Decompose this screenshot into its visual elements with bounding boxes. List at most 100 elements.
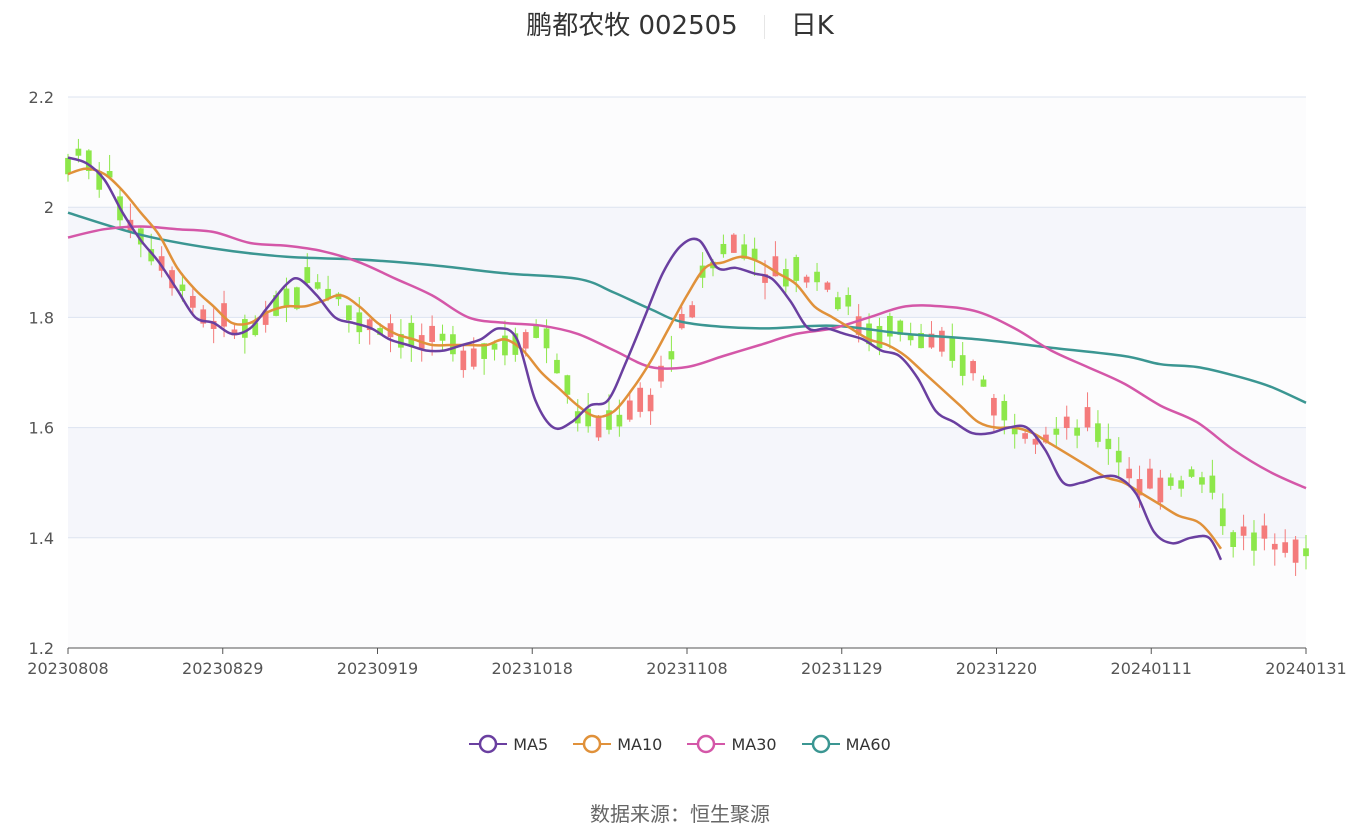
candle-body xyxy=(65,157,71,175)
candle-body xyxy=(991,397,997,416)
candle-body xyxy=(970,361,976,374)
candle-body xyxy=(1022,433,1028,439)
candle-body xyxy=(1230,532,1237,547)
candle-body xyxy=(1219,508,1226,527)
candle-body xyxy=(1167,477,1174,486)
candle-body xyxy=(1240,526,1247,536)
candle-body xyxy=(283,288,290,308)
candle-body xyxy=(616,414,623,427)
candle-body xyxy=(647,394,654,412)
candle-body xyxy=(1178,480,1185,489)
candle-body xyxy=(939,330,945,352)
candle-body xyxy=(814,271,820,283)
x-tick-label: 20231220 xyxy=(956,659,1037,678)
legend-item-ma10[interactable]: MA10 xyxy=(573,734,662,754)
candle-body xyxy=(834,297,841,310)
legend-label: MA30 xyxy=(731,734,777,754)
candle-body xyxy=(1147,468,1153,489)
y-tick-label: 1.8 xyxy=(29,308,54,327)
candle-body xyxy=(1261,525,1268,539)
candle-body xyxy=(1303,548,1309,557)
chart-svg: 2.2 2 1.8 1.6 1.4 1.2 20230808 20230829 2023091… xyxy=(27,88,1347,678)
legend-item-ma60[interactable]: MA60 xyxy=(801,734,891,754)
candle-body xyxy=(460,350,467,371)
x-tick-label: 20231108 xyxy=(646,659,727,678)
y-tick-label: 1.2 xyxy=(29,639,54,658)
grid-band xyxy=(68,427,1306,538)
background-bands xyxy=(68,97,1306,648)
grid-band xyxy=(68,97,1306,208)
y-tick-label: 1.4 xyxy=(29,529,54,548)
x-tick-label: 20230808 xyxy=(27,659,108,678)
source-label: 数据来源： xyxy=(590,802,690,826)
candle-body xyxy=(179,284,186,291)
y-axis: 2.2 2 1.8 1.6 1.4 1.2 xyxy=(29,88,54,658)
candle-body xyxy=(304,267,311,283)
candle-body xyxy=(730,234,737,253)
candle-body xyxy=(1105,438,1112,450)
candle-body xyxy=(689,305,696,318)
y-tick-label: 2.2 xyxy=(29,88,54,107)
candle-body xyxy=(1271,543,1278,550)
candle-body xyxy=(1126,468,1133,479)
legend-item-ma5[interactable]: MA5 xyxy=(469,734,548,754)
candle-body xyxy=(1209,475,1216,493)
candle-body xyxy=(1251,532,1257,551)
candle-body xyxy=(626,400,633,420)
kline-chart: 2.2 2 1.8 1.6 1.4 1.2 20230808 20230829 2023091… xyxy=(0,0,1360,828)
candle-body xyxy=(595,416,602,438)
candle-body xyxy=(189,295,196,308)
ma10-legend-icon xyxy=(573,734,612,754)
grid-band xyxy=(68,537,1306,648)
candle-body xyxy=(1095,423,1101,442)
candle-body xyxy=(1115,450,1122,463)
candle-body xyxy=(1084,407,1091,428)
candle-body xyxy=(346,305,352,321)
candle-body xyxy=(1199,477,1205,485)
candle-body xyxy=(668,351,675,360)
source-value: 恒生聚源 xyxy=(690,802,770,826)
candle-body xyxy=(1001,400,1008,421)
candle-body xyxy=(1063,416,1070,429)
candle-body xyxy=(720,243,727,255)
candle-body xyxy=(75,148,82,156)
data-source: 数据来源：恒生聚源 xyxy=(0,798,1360,827)
candle-body xyxy=(793,257,800,281)
candle-body xyxy=(356,312,363,333)
x-tick-label: 20231018 xyxy=(492,659,573,678)
candle-body xyxy=(1292,539,1299,563)
candle-body xyxy=(949,337,956,361)
candle-body xyxy=(1282,542,1289,553)
x-tick-label: 20230829 xyxy=(182,659,263,678)
candle-body xyxy=(980,379,987,387)
x-tick-label: 20231129 xyxy=(801,659,882,678)
candle-body xyxy=(522,332,529,349)
y-tick-label: 1.6 xyxy=(29,419,54,438)
ma5-legend-icon xyxy=(469,734,508,754)
candle-body xyxy=(543,328,550,349)
candle-body xyxy=(845,294,852,307)
candle-body xyxy=(1157,477,1164,503)
x-tick-label: 20230919 xyxy=(337,659,418,678)
candle-body xyxy=(1053,428,1060,435)
y-tick-label: 2 xyxy=(44,198,54,217)
candle-body xyxy=(824,282,831,290)
candle-body xyxy=(241,319,248,338)
candle-body xyxy=(439,333,446,341)
candle-body xyxy=(1188,469,1195,477)
x-tick-label: 20240131 xyxy=(1265,659,1346,678)
ma60-legend-icon xyxy=(801,734,840,754)
legend-label: MA60 xyxy=(845,734,891,754)
x-axis: 20230808 20230829 20230919 20231018 20231108… xyxy=(27,647,1347,678)
candle-body xyxy=(314,282,321,289)
legend-item-ma30[interactable]: MA30 xyxy=(687,734,777,754)
candle-body xyxy=(564,375,571,395)
candle-body xyxy=(533,324,540,338)
candle-body xyxy=(470,348,477,367)
candle-body xyxy=(803,276,810,283)
candle-body xyxy=(491,343,498,350)
grid-band xyxy=(68,207,1306,318)
candle-body xyxy=(554,359,560,374)
legend-label: MA5 xyxy=(513,734,549,754)
ma30-legend-icon xyxy=(687,734,726,754)
